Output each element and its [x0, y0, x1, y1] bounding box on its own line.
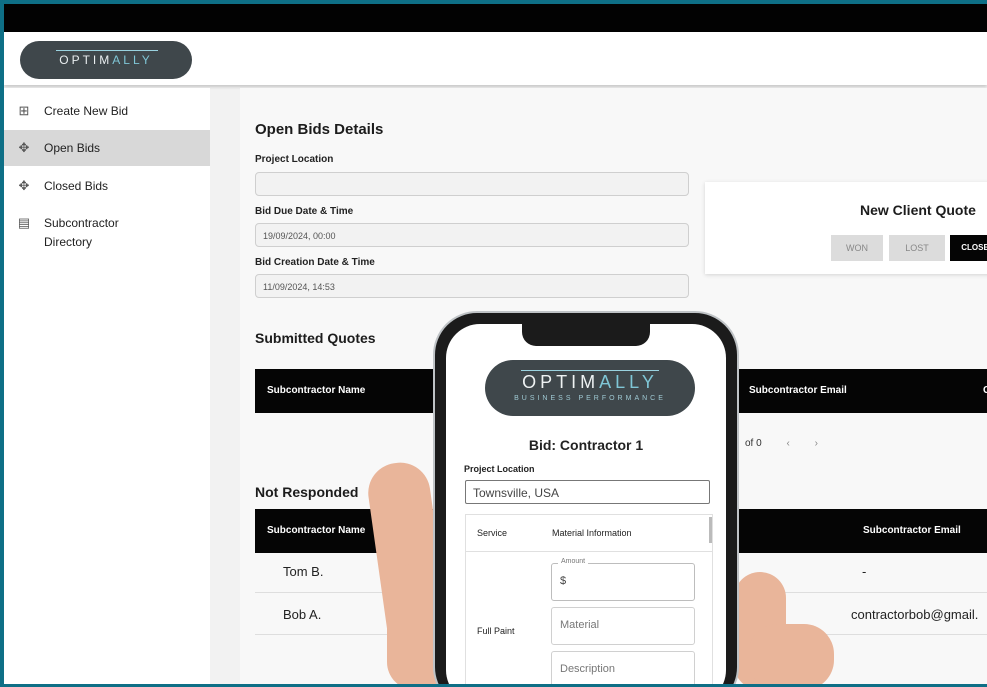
phone-service-table: Service Material Information Full Paint …	[465, 514, 713, 684]
project-location-label: Project Location	[255, 154, 334, 165]
move-arrows-icon: ✥	[18, 140, 30, 155]
sidebar-item-subcontractor-directory[interactable]: ▤ Subcontractor Directory	[4, 214, 210, 254]
phone-notch	[522, 324, 650, 346]
not-responded-title: Not Responded	[255, 484, 359, 500]
bid-due-label: Bid Due Date & Time	[255, 206, 354, 217]
app-window: OPTIM ALLY ⊞ Create New Bid ✥ Open Bids ✥…	[4, 4, 987, 684]
project-location-field[interactable]	[255, 172, 689, 196]
won-button[interactable]: WON	[831, 235, 883, 261]
client-quote-title: New Client Quote	[860, 202, 976, 218]
phone-table-header: Service Material Information	[466, 515, 712, 552]
brand-logo[interactable]: OPTIM ALLY	[20, 41, 192, 79]
amount-field[interactable]: Amount $	[551, 558, 695, 601]
scrollbar[interactable]	[709, 517, 712, 543]
column-header-name: Subcontractor Name	[267, 525, 366, 536]
row-name: Bob A.	[283, 607, 322, 622]
plus-square-icon: ⊞	[18, 103, 30, 118]
column-header-extra: C	[983, 385, 987, 396]
sidebar-item-label: Closed Bids	[44, 179, 109, 193]
sidebar-item-create-new-bid[interactable]: ⊞ Create New Bid	[4, 96, 210, 126]
submitted-quotes-title: Submitted Quotes	[255, 330, 376, 346]
row-email: contractorbob@gmail.	[851, 607, 979, 622]
material-placeholder: Material	[560, 619, 600, 631]
pagination: of 0 ‹ ›	[745, 438, 818, 449]
lost-button[interactable]: LOST	[889, 235, 945, 261]
phone-project-location-label: Project Location	[464, 464, 535, 474]
description-input[interactable]: Description	[551, 651, 695, 684]
right-hand-palm	[748, 624, 834, 684]
page-title: Open Bids Details	[255, 121, 384, 138]
bid-created-label: Bid Creation Date & Time	[255, 257, 375, 268]
close-button[interactable]: CLOSE	[950, 235, 987, 261]
top-bar	[4, 4, 987, 32]
move-arrows-icon: ✥	[18, 178, 30, 193]
sidebar-item-open-bids[interactable]: ✥ Open Bids	[4, 130, 210, 166]
phone-project-location-field[interactable]: Townsville, USA	[465, 480, 710, 504]
description-placeholder: Description	[560, 663, 616, 675]
sidebar-item-label: Create New Bid	[44, 104, 129, 118]
sidebar-item-closed-bids[interactable]: ✥ Closed Bids	[4, 170, 210, 202]
amount-label: Amount	[558, 558, 589, 565]
bid-due-field[interactable]: 19/09/2024, 00:00	[255, 223, 689, 247]
sidebar-item-label: Open Bids	[44, 141, 101, 155]
phone-logo-accent: ALLY	[599, 372, 658, 392]
column-header-email: Subcontractor Email	[863, 525, 961, 536]
phone-logo-subtitle: BUSINESS PERFORMANCE	[514, 395, 666, 402]
sidebar: ⊞ Create New Bid ✥ Open Bids ✥ Closed Bi…	[4, 88, 210, 684]
pagination-text: of 0	[745, 438, 762, 449]
column-header-email: Subcontractor Email	[749, 385, 847, 396]
row-email: -	[862, 564, 867, 579]
material-input[interactable]: Material	[551, 607, 695, 645]
phone-device: OPTIMALLY BUSINESS PERFORMANCE Bid: Cont…	[433, 311, 739, 684]
bid-created-field[interactable]: 11/09/2024, 14:53	[255, 274, 689, 298]
sidebar-item-label: Subcontractor	[44, 216, 119, 230]
clipboard-icon: ▤	[17, 215, 31, 230]
column-header-service: Service	[477, 528, 508, 538]
chevron-left-icon[interactable]: ‹	[786, 438, 789, 449]
sidebar-item-label-line2: Directory	[44, 235, 93, 249]
header: OPTIM ALLY	[4, 32, 987, 85]
column-header-material: Material Information	[552, 528, 632, 538]
column-header-name: Subcontractor Name	[267, 385, 366, 396]
amount-value: $	[560, 575, 567, 587]
phone-screen: OPTIMALLY BUSINESS PERFORMANCE Bid: Cont…	[446, 324, 726, 684]
service-name: Full Paint	[477, 626, 515, 636]
chevron-right-icon[interactable]: ›	[815, 438, 818, 449]
phone-brand-logo: OPTIMALLY BUSINESS PERFORMANCE	[485, 360, 695, 416]
logo-text-main: OPTIM	[59, 53, 113, 67]
logo-text-accent: ALLY	[112, 53, 153, 67]
phone-bid-title: Bid: Contractor 1	[528, 437, 644, 453]
row-name: Tom B.	[283, 564, 324, 579]
phone-logo-main: OPTIM	[522, 372, 600, 392]
client-quote-card: New Client Quote WON LOST CLOSE	[705, 182, 987, 274]
